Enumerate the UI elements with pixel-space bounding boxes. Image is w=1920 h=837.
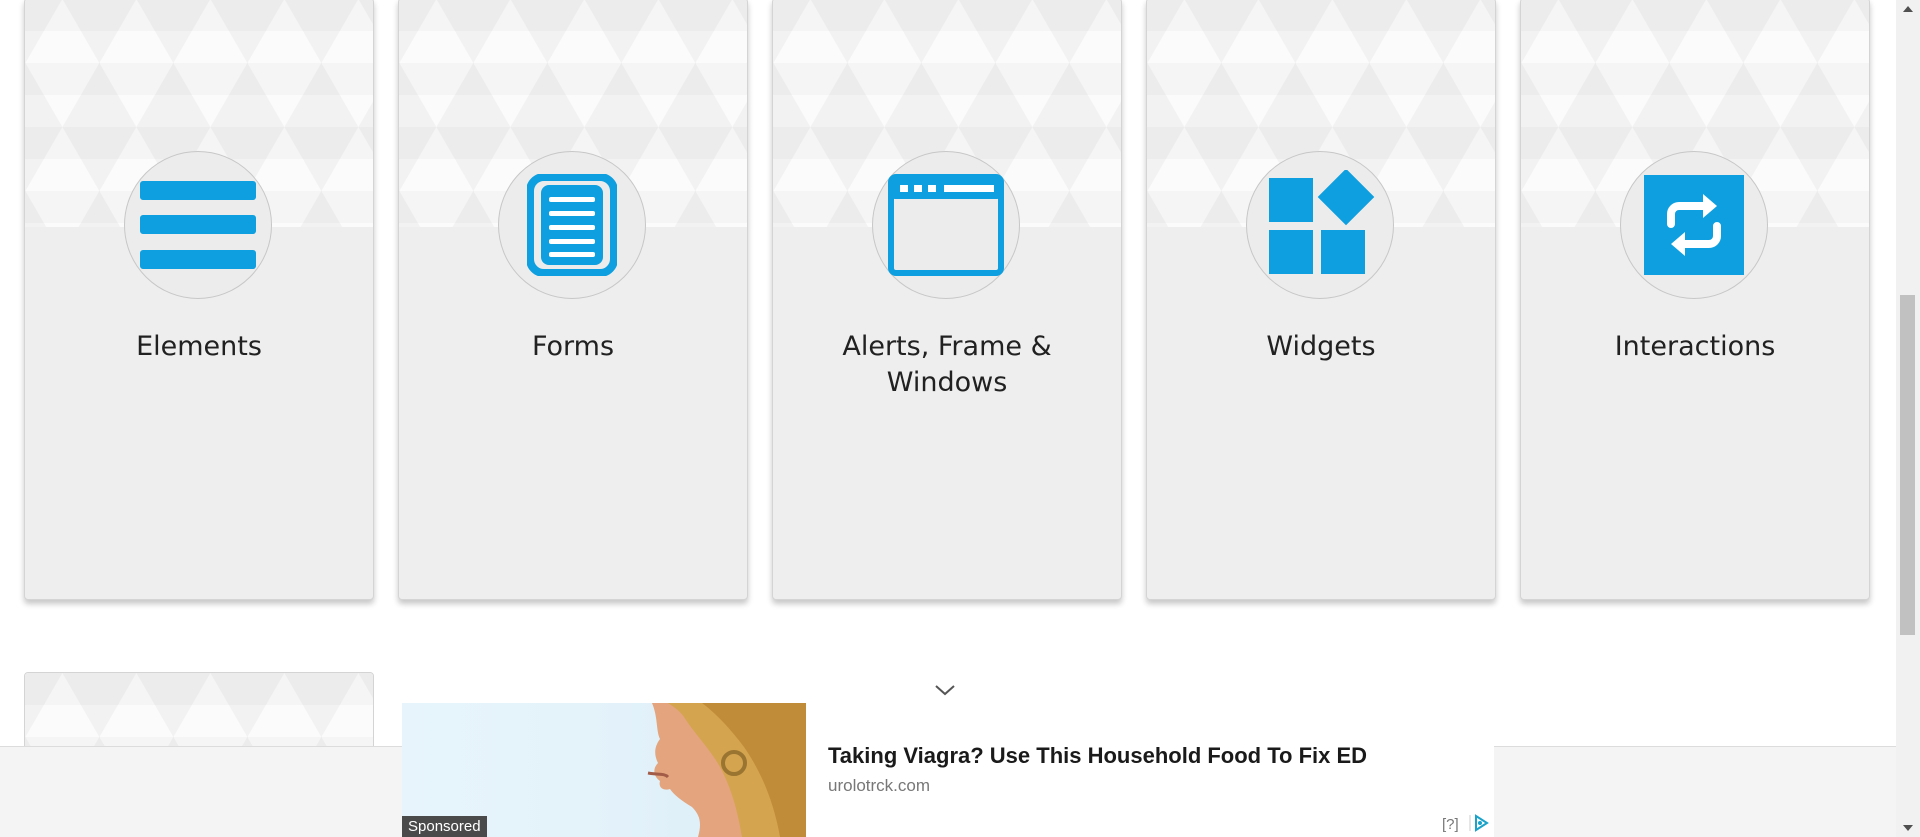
ad-image[interactable]: Sponsored [402,703,806,837]
card-widgets[interactable]: Widgets [1146,0,1496,600]
scroll-down-arrow[interactable] [1896,819,1920,837]
triangle-down-icon [1903,825,1913,831]
card-icon-circle [1246,151,1394,299]
chevron-down-icon [935,685,955,696]
ad-sponsored-label: Sponsored [402,816,487,837]
card-title: Elements [136,331,262,362]
widgets-icon [1269,170,1375,274]
page: Elements Forms Alerts, Frame & Windows W… [0,0,1920,837]
card-elements[interactable]: Elements [24,0,374,600]
ad-domain[interactable]: urolotrck.com [828,776,930,796]
card-icon-circle [1620,151,1768,299]
card-title: Interactions [1614,331,1776,362]
card-alerts-frame-windows[interactable]: Alerts, Frame & Windows [772,0,1122,600]
card-title: Widgets [1266,331,1376,362]
hamburger-list-icon [140,181,256,269]
scroll-thumb[interactable] [1900,295,1915,635]
ad-headline[interactable]: Taking Viagra? Use This Household Food T… [828,743,1367,769]
ad-help-link[interactable]: [?] [1442,816,1459,833]
vertical-scrollbar[interactable] [1896,0,1920,837]
card-interactions[interactable]: Interactions [1520,0,1870,600]
card-forms[interactable]: Forms [398,0,748,600]
card-title: Alerts, Frame & Windows [842,331,1052,398]
card-title: Forms [531,331,615,362]
browser-window-icon [888,174,1004,276]
ad-collapse-toggle[interactable] [932,681,958,699]
card-icon-circle [124,151,272,299]
ad-choices-icon[interactable] [1468,813,1490,833]
repeat-arrows-icon [1644,175,1744,275]
category-cards: Elements Forms Alerts, Frame & Windows W… [24,0,1874,600]
card-icon-circle [498,151,646,299]
document-icon [527,174,617,276]
card-icon-circle [872,151,1020,299]
sponsored-ad[interactable]: Sponsored Taking Viagra? Use This Househ… [402,703,1494,837]
triangle-up-icon [1903,6,1913,12]
scroll-up-arrow[interactable] [1896,0,1920,18]
